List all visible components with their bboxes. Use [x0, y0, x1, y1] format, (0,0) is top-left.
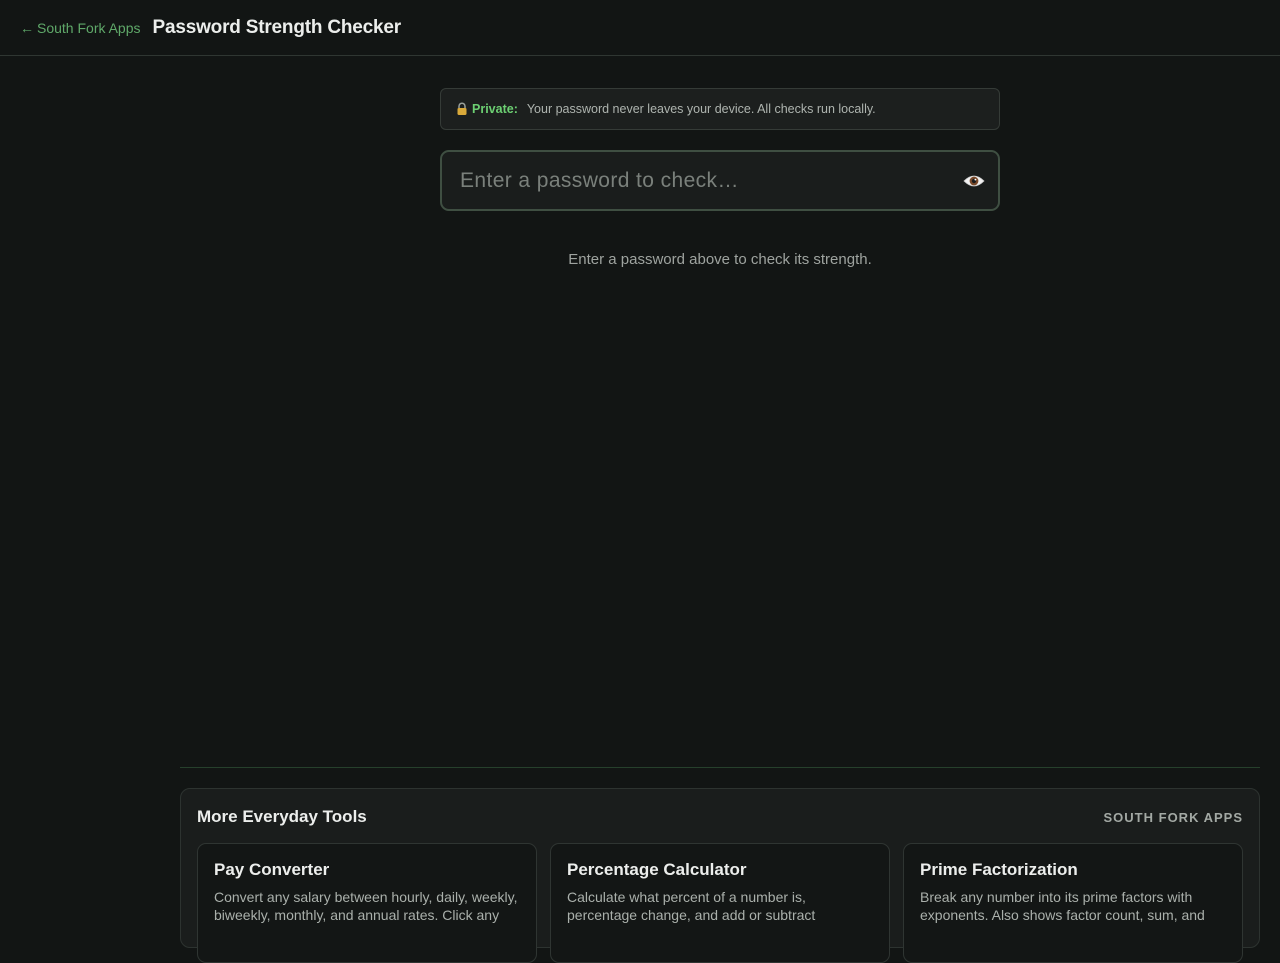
tool-card-percentage-calculator[interactable]: Percentage Calculator Calculate what per… [550, 843, 890, 963]
page-title: Password Strength Checker [152, 16, 402, 38]
privacy-label: Private: [472, 102, 518, 116]
lock-icon [455, 102, 469, 116]
password-input[interactable] [442, 152, 963, 209]
password-field [440, 150, 1000, 211]
tool-card-pay-converter[interactable]: Pay Converter Convert any salary between… [197, 843, 537, 963]
privacy-text: Your password never leaves your device. … [526, 102, 876, 116]
more-tools-title: More Everyday Tools [197, 807, 367, 826]
tool-card-title: Percentage Calculator [567, 860, 747, 879]
tool-card-description: Calculate what percent of a number is, p… [567, 889, 816, 923]
section-divider [180, 767, 1260, 768]
tool-card-prime-factorization[interactable]: Prime Factorization Break any number int… [903, 843, 1243, 963]
tool-card-title: Prime Factorization [920, 860, 1078, 879]
top-bar: ← South Fork Apps Password Strength Chec… [0, 0, 1280, 56]
strength-hint: Enter a password above to check its stre… [568, 251, 872, 268]
back-arrow-icon: ← [20, 19, 34, 36]
privacy-notice: Private: Your password never leaves your… [440, 88, 1000, 130]
back-link-label: South Fork Apps [37, 19, 141, 36]
more-tools-brand: SOUTH FORK APPS [1103, 810, 1243, 825]
tool-card-description: Break any number into its prime factors … [920, 889, 1205, 923]
eye-icon[interactable] [963, 173, 985, 189]
tool-card-title: Pay Converter [214, 860, 330, 879]
more-tools-panel: More Everyday Tools SOUTH FORK APPS Pay … [180, 788, 1260, 963]
tool-card-description: Convert any salary between hourly, daily… [214, 889, 518, 923]
back-link[interactable]: ← South Fork Apps [20, 20, 141, 36]
